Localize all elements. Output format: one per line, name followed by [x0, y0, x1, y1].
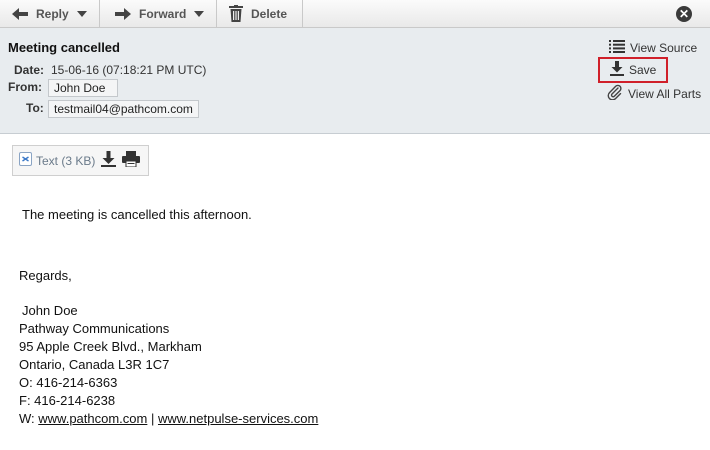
delete-button[interactable]: Delete [218, 0, 303, 27]
message-subject: Meeting cancelled [8, 40, 120, 55]
signature-address-line1: 95 Apple Creek Blvd., Markham [19, 339, 202, 354]
view-all-parts-label: View All Parts [628, 86, 702, 101]
signature-web: W: www.pathcom.com | www.netpulse-servic… [19, 411, 318, 426]
signature-address-line2: Ontario, Canada L3R 1C7 [19, 357, 170, 372]
view-source-link[interactable]: View Source [609, 40, 697, 56]
signature-web-separator: | [147, 411, 158, 426]
from-address[interactable]: John Doe [48, 79, 118, 97]
attachment-name[interactable]: Text (3 KB) [36, 154, 95, 168]
to-label: To: [26, 101, 44, 115]
forward-button[interactable]: Forward [101, 0, 217, 27]
netpulse-link[interactable]: www.netpulse-services.com [158, 411, 318, 426]
forward-arrow-icon [115, 7, 131, 20]
pathcom-link[interactable]: www.pathcom.com [38, 411, 147, 426]
message-body-line: The meeting is cancelled this afternoon. [22, 207, 252, 222]
printer-icon[interactable] [122, 151, 141, 170]
signature-fax: F: 416-214-6238 [19, 393, 116, 408]
view-source-label: View Source [630, 41, 698, 55]
signature-company: Pathway Communications [19, 321, 170, 336]
signature-office-phone: O: 416-214-6363 [19, 375, 118, 390]
save-button[interactable]: Save [598, 57, 668, 83]
trash-icon [229, 5, 243, 22]
from-label: From: [8, 80, 42, 94]
attachment-chip: Text (3 KB) [12, 145, 149, 176]
forward-label: Forward [139, 6, 187, 21]
download-icon[interactable] [101, 151, 117, 170]
save-label: Save [629, 63, 657, 77]
chevron-down-icon[interactable] [194, 10, 205, 17]
reply-button[interactable]: Reply [0, 0, 100, 27]
text-file-icon [19, 152, 32, 169]
close-icon[interactable]: ✕ [676, 6, 692, 22]
list-icon [609, 40, 625, 56]
reply-label: Reply [36, 6, 69, 21]
date-label: Date: [14, 63, 45, 77]
message-regards: Regards, [19, 268, 72, 283]
message-toolbar: Reply Forward Delete ✕ [0, 0, 710, 28]
chevron-down-icon[interactable] [76, 10, 87, 17]
message-header: Meeting cancelled Date: 15-06-16 (07:18:… [0, 28, 710, 134]
date-value: 15-06-16 (07:18:21 PM UTC) [51, 63, 207, 77]
delete-label: Delete [251, 6, 288, 21]
to-address[interactable]: testmail04@pathcom.com [48, 100, 199, 118]
signature-name: John Doe [22, 303, 78, 318]
paperclip-icon [607, 84, 623, 103]
signature-web-prefix: W: [19, 411, 39, 426]
download-icon [610, 61, 624, 79]
reply-arrow-icon [12, 7, 28, 20]
view-all-parts-link[interactable]: View All Parts [607, 84, 701, 103]
